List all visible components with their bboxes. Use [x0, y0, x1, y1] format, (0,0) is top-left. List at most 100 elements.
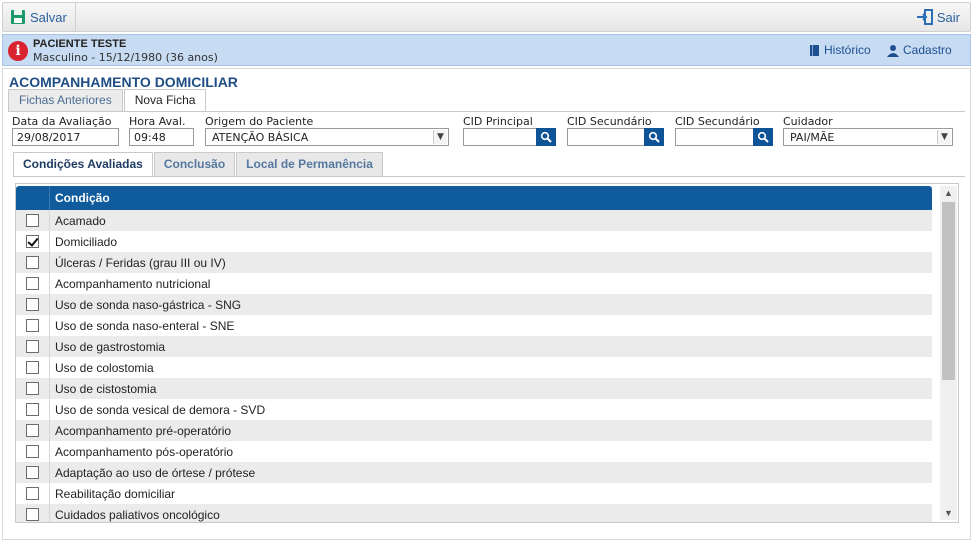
history-link[interactable]: Histórico: [809, 43, 871, 57]
table-row[interactable]: Acompanhamento pós-operatório: [16, 441, 932, 462]
save-label: Salvar: [30, 9, 67, 25]
table-row[interactable]: Reabilitação domiciliar: [16, 483, 932, 504]
tab-conditions[interactable]: Condições Avaliadas: [13, 152, 153, 177]
exit-label: Sair: [936, 9, 960, 25]
save-icon: [11, 10, 25, 24]
condition-label: Úlceras / Feridas (grau III ou IV): [55, 255, 226, 270]
condition-label: Cuidados paliativos oncológico: [55, 507, 220, 522]
condition-label: Uso de sonda naso-enteral - SNE: [55, 318, 235, 333]
tab-divider: [8, 111, 965, 112]
cid-sec1-search-button[interactable]: [644, 128, 664, 146]
condition-checkbox[interactable]: [26, 298, 39, 311]
origin-select[interactable]: ATENÇÃO BÁSICA ▼: [205, 128, 449, 146]
grid-rows: Acamado Domiciliado Úlceras / Feridas (gra…: [16, 210, 932, 522]
register-link[interactable]: Cadastro: [887, 43, 952, 57]
exit-button[interactable]: Sair: [916, 3, 960, 31]
sub-tab-divider: [13, 176, 965, 177]
condition-label: Acompanhamento pós-operatório: [55, 444, 234, 459]
condition-checkbox[interactable]: [26, 340, 39, 353]
condition-label: Uso de sonda vesical de demora - SVD: [55, 402, 266, 417]
condition-checkbox[interactable]: [26, 445, 39, 458]
book-icon: [810, 44, 819, 56]
caregiver-select[interactable]: PAI/MÃE ▼: [783, 128, 953, 146]
time-input[interactable]: [129, 128, 194, 146]
cid-main-label: CID Principal: [463, 115, 533, 128]
table-row[interactable]: Cuidados paliativos oncológico: [16, 504, 932, 522]
row-check-cell: [16, 336, 50, 357]
condition-checkbox[interactable]: [26, 361, 39, 374]
table-row[interactable]: Acompanhamento nutricional: [16, 273, 932, 294]
table-row[interactable]: Acamado: [16, 210, 932, 231]
alert-icon[interactable]: i: [8, 41, 28, 61]
table-row[interactable]: Domiciliado: [16, 231, 932, 252]
user-icon: [887, 44, 899, 57]
tab-previous-records[interactable]: Fichas Anteriores: [8, 89, 123, 111]
date-label: Data da Avaliação: [12, 115, 112, 128]
tab-stay-location[interactable]: Local de Permanência: [236, 152, 383, 176]
row-check-cell: [16, 294, 50, 315]
search-icon: [648, 131, 660, 143]
condition-checkbox[interactable]: [26, 235, 39, 248]
row-check-cell: [16, 252, 50, 273]
table-row[interactable]: Uso de cistostomia: [16, 378, 932, 399]
condition-checkbox[interactable]: [26, 508, 39, 521]
scroll-thumb[interactable]: [942, 202, 955, 380]
table-row[interactable]: Acompanhamento pré-operatório: [16, 420, 932, 441]
condition-checkbox[interactable]: [26, 256, 39, 269]
scroll-up-icon[interactable]: ▲: [940, 186, 957, 200]
condition-checkbox[interactable]: [26, 403, 39, 416]
table-row[interactable]: Uso de sonda naso-enteral - SNE: [16, 315, 932, 336]
condition-checkbox[interactable]: [26, 382, 39, 395]
condition-checkbox[interactable]: [26, 277, 39, 290]
cid-sec1-label: CID Secundário: [567, 115, 652, 128]
table-row[interactable]: Uso de colostomia: [16, 357, 932, 378]
cid-sec2-label: CID Secundário: [675, 115, 760, 128]
section-title: ACOMPANHAMENTO DOMICILIAR: [9, 74, 238, 90]
conditions-grid: Condição Acamado Domiciliado Úlceras / Fer…: [16, 186, 932, 522]
cid-sec2-search-button[interactable]: [753, 128, 773, 146]
grid-header-check-column: [16, 186, 50, 210]
table-row[interactable]: Úlceras / Feridas (grau III ou IV): [16, 252, 932, 273]
table-row[interactable]: Uso de sonda vesical de demora - SVD: [16, 399, 932, 420]
condition-checkbox[interactable]: [26, 466, 39, 479]
date-input[interactable]: [12, 128, 119, 146]
search-icon: [540, 131, 552, 143]
patient-bar: i PACIENTE TESTE Masculino - 15/12/1980 …: [2, 34, 971, 66]
row-check-cell: [16, 420, 50, 441]
table-row[interactable]: Adaptação ao uso de órtese / prótese: [16, 462, 932, 483]
cid-sec2-field: [675, 128, 773, 146]
row-check-cell: [16, 378, 50, 399]
vertical-scrollbar[interactable]: ▲ ▼: [940, 186, 957, 520]
toolbar: Salvar Sair: [2, 2, 971, 32]
row-check-cell: [16, 231, 50, 252]
cid-main-search-button[interactable]: [536, 128, 556, 146]
history-label: Histórico: [824, 43, 871, 57]
top-tabs: Fichas Anteriores Nova Ficha: [8, 89, 207, 112]
condition-label: Reabilitação domiciliar: [55, 486, 176, 501]
table-row[interactable]: Uso de sonda naso-gástrica - SNG: [16, 294, 932, 315]
condition-checkbox[interactable]: [26, 319, 39, 332]
condition-checkbox[interactable]: [26, 424, 39, 437]
condition-label: Uso de colostomia: [55, 360, 154, 375]
row-check-cell: [16, 399, 50, 420]
tab-new-record[interactable]: Nova Ficha: [123, 89, 207, 112]
chevron-down-icon: ▼: [433, 130, 447, 144]
grid-header-condition: Condição: [55, 191, 110, 205]
row-check-cell: [16, 504, 50, 522]
save-button[interactable]: Salvar: [9, 3, 76, 31]
cid-sec1-field: [567, 128, 664, 146]
scroll-down-icon[interactable]: ▼: [940, 506, 957, 520]
caregiver-label: Cuidador: [783, 115, 833, 128]
table-row[interactable]: Uso de gastrostomia: [16, 336, 932, 357]
tab-conclusion[interactable]: Conclusão: [153, 152, 236, 176]
register-label: Cadastro: [903, 43, 952, 57]
condition-checkbox[interactable]: [26, 487, 39, 500]
row-check-cell: [16, 210, 50, 231]
condition-checkbox[interactable]: [26, 214, 39, 227]
row-check-cell: [16, 462, 50, 483]
condition-label: Uso de gastrostomia: [55, 339, 166, 354]
row-check-cell: [16, 273, 50, 294]
search-icon: [757, 131, 769, 143]
exit-icon: [916, 9, 933, 25]
row-check-cell: [16, 357, 50, 378]
